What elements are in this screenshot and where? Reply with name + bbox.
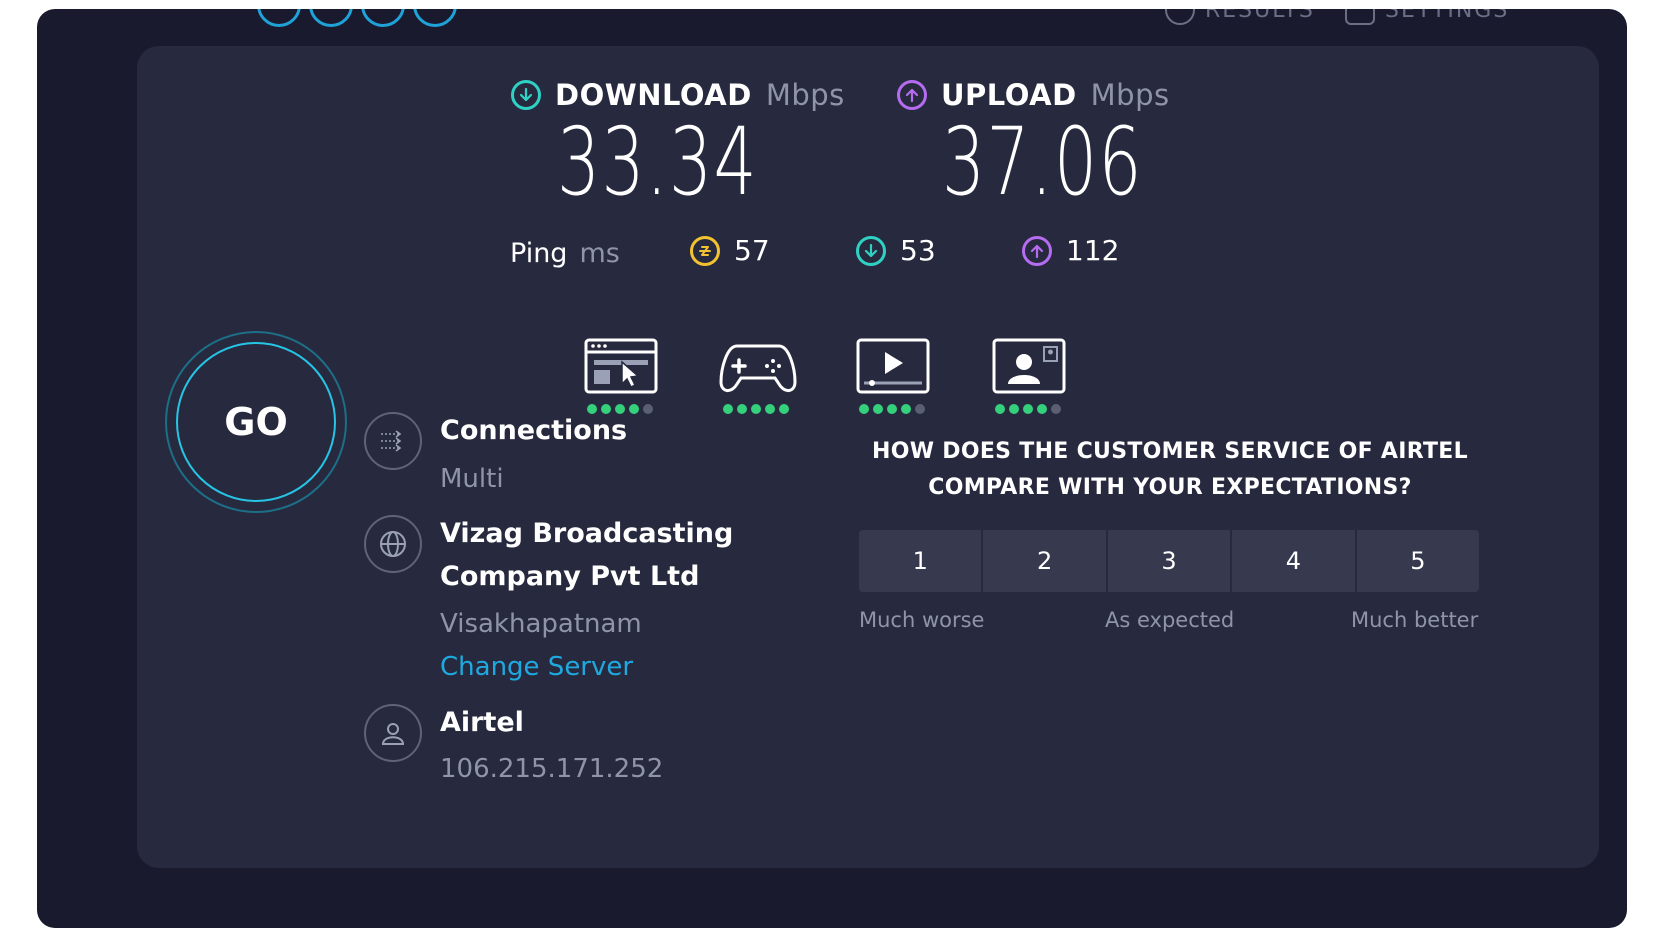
rating-label-low: Much worse xyxy=(859,608,985,632)
results-panel: DOWNLOAD Mbps 33.34 UPLOAD Mbps 37.06 Pi… xyxy=(137,46,1599,868)
survey-question-line2: COMPARE WITH YOUR EXPECTATIONS? xyxy=(928,475,1412,500)
download-header: DOWNLOAD Mbps xyxy=(511,78,845,112)
rating-dot xyxy=(1023,404,1033,414)
upload-header: UPLOAD Mbps xyxy=(897,78,1170,112)
rating-label-mid: As expected xyxy=(1105,608,1235,632)
ping-idle: 57 xyxy=(690,234,770,267)
video-call-rating xyxy=(995,404,1061,414)
ping-idle-value: 57 xyxy=(734,234,770,267)
nav-dot-icon[interactable] xyxy=(309,9,353,27)
rating-dot xyxy=(859,404,869,414)
rating-dot xyxy=(779,404,789,414)
rating-dot xyxy=(643,404,653,414)
rating-label-high: Much better xyxy=(1351,608,1479,632)
rating-dot xyxy=(1051,404,1061,414)
server-name-line1: Vizag Broadcasting xyxy=(440,518,734,549)
connections-icon[interactable] xyxy=(364,412,422,470)
video-streaming-icon xyxy=(856,338,930,394)
upload-arrow-icon xyxy=(897,80,927,110)
rating-dot xyxy=(737,404,747,414)
nav-dot-icon[interactable] xyxy=(413,9,457,27)
rating-dot xyxy=(723,404,733,414)
download-speed-value: 33.34 xyxy=(557,108,758,217)
nav-dot-icon[interactable] xyxy=(257,9,301,27)
rating-dot xyxy=(1037,404,1047,414)
upload-unit: Mbps xyxy=(1090,78,1170,112)
rating-dot xyxy=(751,404,761,414)
upload-latency-icon xyxy=(1022,235,1052,266)
change-server-link[interactable]: Change Server xyxy=(440,652,633,682)
rating-dot xyxy=(873,404,883,414)
download-unit: Mbps xyxy=(765,78,845,112)
download-arrow-icon xyxy=(511,80,541,110)
provider-name: Airtel xyxy=(440,707,524,738)
nav-dot-icon[interactable] xyxy=(361,9,405,27)
video-streaming-rating xyxy=(859,404,925,414)
gaming-rating xyxy=(723,404,789,414)
results-label: RESULTS xyxy=(1205,9,1315,23)
web-browsing-icon xyxy=(584,338,658,394)
ping-unit: ms xyxy=(579,238,620,269)
rating-button-2[interactable]: 2 xyxy=(983,530,1106,592)
speedtest-window: RESULTS SETTINGS DOWNLOAD Mbps 33.34 UPL… xyxy=(37,9,1627,928)
rating-dot xyxy=(901,404,911,414)
server-name: Vizag Broadcasting Company Pvt Ltd xyxy=(440,512,733,598)
ping-upload: 112 xyxy=(1022,234,1119,267)
go-button[interactable]: GO xyxy=(176,342,336,502)
settings-label: SETTINGS xyxy=(1385,9,1510,23)
rating-dot xyxy=(765,404,775,414)
connections-title: Connections xyxy=(440,415,628,446)
globe-icon xyxy=(364,515,422,573)
ping-download-value: 53 xyxy=(900,234,936,267)
settings-link[interactable]: SETTINGS xyxy=(1345,9,1509,25)
ping-download: 53 xyxy=(856,234,936,267)
ping-label: Ping xyxy=(510,238,568,269)
rating-dot xyxy=(629,404,639,414)
survey-question-line1: HOW DOES THE CUSTOMER SERVICE OF AIRTEL xyxy=(872,439,1468,464)
survey-question: HOW DOES THE CUSTOMER SERVICE OF AIRTEL … xyxy=(867,434,1473,506)
rating-dot xyxy=(915,404,925,414)
rating-button-3[interactable]: 3 xyxy=(1107,530,1231,592)
go-button-ring: GO xyxy=(165,331,347,513)
results-icon xyxy=(1165,9,1195,25)
gaming-icon xyxy=(719,344,797,392)
idle-latency-icon xyxy=(690,235,720,266)
rating-button-4[interactable]: 4 xyxy=(1232,530,1355,592)
server-location: Visakhapatnam xyxy=(440,609,642,639)
download-latency-icon xyxy=(856,235,886,266)
connections-value[interactable]: Multi xyxy=(440,464,504,494)
upload-speed-value: 37.06 xyxy=(942,108,1143,217)
server-name-line2: Company Pvt Ltd xyxy=(440,561,700,592)
video-call-icon xyxy=(992,338,1066,394)
rating-dot xyxy=(995,404,1005,414)
rating-dot xyxy=(1009,404,1019,414)
download-label: DOWNLOAD xyxy=(555,78,752,112)
ping-label-group: Ping ms xyxy=(510,238,620,269)
results-link[interactable]: RESULTS xyxy=(1165,9,1315,25)
provider-ip: 106.215.171.252 xyxy=(440,754,664,784)
rating-dot xyxy=(887,404,897,414)
ping-upload-value: 112 xyxy=(1066,234,1120,267)
user-icon xyxy=(364,704,422,762)
rating-button-5[interactable]: 5 xyxy=(1356,530,1480,592)
survey-rating-scale: 1 2 3 4 5 xyxy=(859,530,1480,592)
gear-icon xyxy=(1345,9,1375,25)
rating-button-1[interactable]: 1 xyxy=(859,530,982,592)
upload-label: UPLOAD xyxy=(941,78,1077,112)
